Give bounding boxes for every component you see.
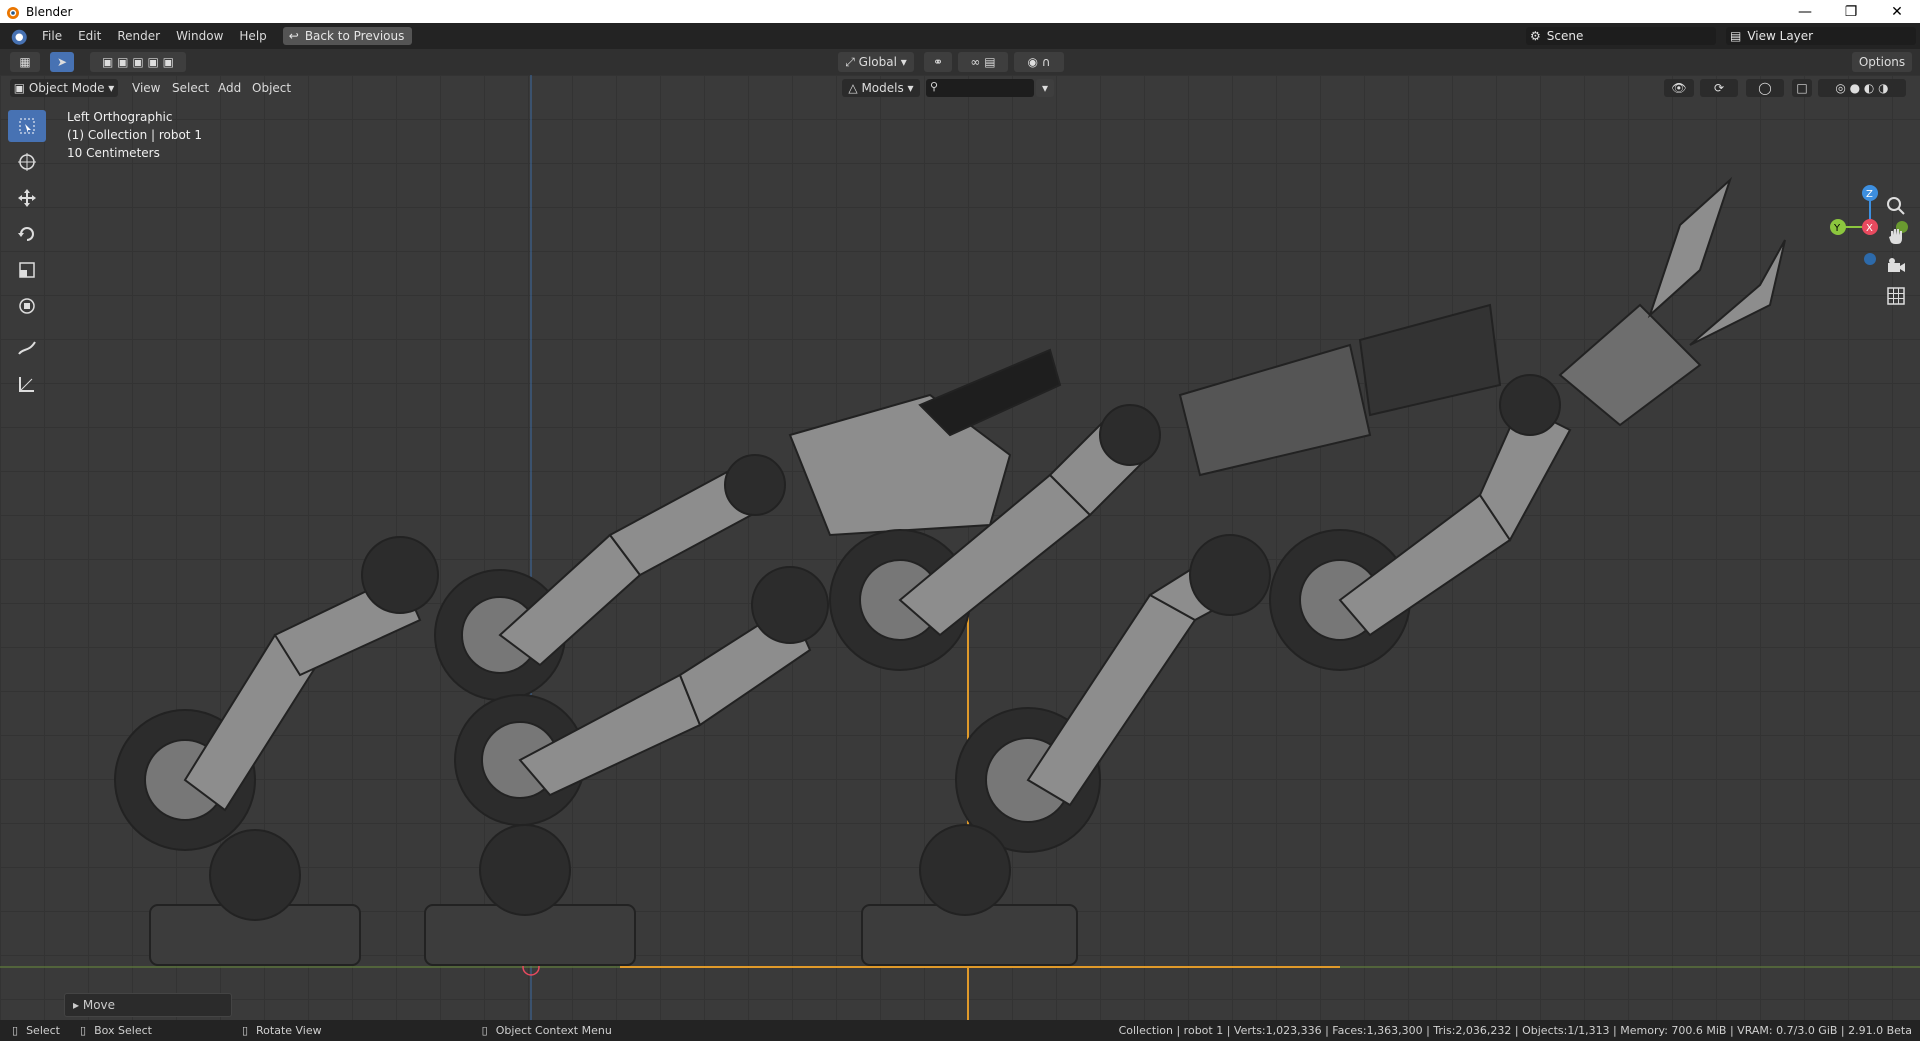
back-to-previous-button[interactable]: ↩ Back to Previous bbox=[282, 27, 413, 45]
selection-mode-buttons[interactable]: ▣ ▣ ▣ ▣ ▣ bbox=[90, 52, 186, 72]
measure-icon[interactable] bbox=[8, 368, 46, 400]
snap-button[interactable]: ∞ ▤ bbox=[958, 52, 1008, 72]
overlay-toggle-button[interactable]: ◯ bbox=[1746, 79, 1784, 97]
menu-render[interactable]: Render bbox=[109, 25, 168, 47]
chevron-down-icon: ▾ bbox=[903, 81, 914, 95]
filter-dropdown[interactable]: ▾ bbox=[1036, 79, 1054, 97]
minimize-icon[interactable]: — bbox=[1782, 0, 1828, 23]
select-box-icon[interactable] bbox=[8, 110, 46, 142]
mouse-drag-icon: ▯ bbox=[80, 1024, 87, 1037]
mode-label: Object Mode bbox=[28, 81, 105, 95]
menu-window[interactable]: Window bbox=[168, 25, 231, 47]
pan-hand-icon[interactable] bbox=[1886, 226, 1906, 249]
scene-selector[interactable]: ⚙ Scene bbox=[1526, 27, 1716, 45]
mouse-middle-icon: ▯ bbox=[241, 1024, 249, 1037]
menu-add[interactable]: Add bbox=[218, 79, 241, 97]
blender-logo-icon bbox=[7, 6, 19, 19]
left-toolbar bbox=[8, 110, 48, 404]
mouse-right-icon: ▯ bbox=[481, 1024, 488, 1037]
status-select: Select bbox=[26, 1024, 60, 1037]
camera-icon[interactable] bbox=[1886, 256, 1906, 279]
view-name-label: Left Orthographic bbox=[67, 110, 173, 124]
select-tool-button[interactable]: ➤ bbox=[50, 52, 74, 72]
scene-name: Scene bbox=[1546, 29, 1584, 43]
mode-icon: ▣ bbox=[13, 81, 29, 95]
zoom-icon[interactable] bbox=[1886, 196, 1906, 219]
scene-icon: ⚙ bbox=[1530, 29, 1541, 43]
editor-type-button[interactable]: ▦ bbox=[10, 52, 40, 72]
chevron-down-icon: ▾ bbox=[104, 81, 115, 95]
options-dropdown[interactable]: Options bbox=[1852, 52, 1912, 72]
scale-icon[interactable] bbox=[8, 254, 46, 286]
svg-text:X: X bbox=[1866, 223, 1873, 234]
menu-file[interactable]: File bbox=[34, 25, 70, 47]
layer-icon: ▤ bbox=[1730, 29, 1742, 43]
svg-text:Y: Y bbox=[1833, 223, 1841, 234]
orientation-label: Global bbox=[858, 55, 897, 69]
viewport-search-input[interactable]: ⚲ bbox=[926, 79, 1034, 97]
transform-orientation-dropdown[interactable]: ⤢ Global ▾ bbox=[838, 52, 914, 72]
blender-logo-icon[interactable] bbox=[8, 26, 28, 46]
visibility-button[interactable]: 👁 bbox=[1664, 79, 1694, 97]
window-titlebar: Blender — ❐ ✕ bbox=[0, 0, 1920, 23]
maximize-icon[interactable]: ❐ bbox=[1828, 0, 1874, 23]
xray-toggle-button[interactable]: □ bbox=[1792, 79, 1812, 97]
grid-scale-label: 10 Centimeters bbox=[67, 146, 160, 160]
annotate-icon[interactable] bbox=[8, 332, 46, 364]
transform-icon[interactable] bbox=[8, 290, 46, 322]
gizmo-toggle-button[interactable]: ⟳ bbox=[1700, 79, 1738, 97]
object-mode-dropdown[interactable]: ▣ Object Mode ▾ bbox=[10, 79, 118, 97]
menu-edit[interactable]: Edit bbox=[70, 25, 109, 47]
viewport-scene: Z Y X bbox=[0, 75, 1920, 1020]
menu-help[interactable]: Help bbox=[231, 25, 274, 47]
tool-header: ▦ ➤ ▣ ▣ ▣ ▣ ▣ ⤢ Global ▾ ⚭ ∞ ▤ ◉ ∩ Optio… bbox=[0, 49, 1920, 75]
menu-object[interactable]: Object bbox=[252, 79, 291, 97]
3d-viewport[interactable]: Z Y X bbox=[0, 75, 1920, 1020]
collection-label: (1) Collection | robot 1 bbox=[67, 128, 202, 142]
orientation-icon: ⤢ bbox=[845, 54, 859, 69]
svg-text:Z: Z bbox=[1866, 189, 1873, 200]
cursor-icon[interactable] bbox=[8, 146, 46, 178]
chevron-down-icon: ▾ bbox=[896, 55, 907, 69]
status-context-menu: Object Context Menu bbox=[495, 1024, 612, 1037]
close-icon[interactable]: ✕ bbox=[1874, 0, 1920, 23]
mouse-left-icon: ▯ bbox=[12, 1024, 19, 1037]
status-rotate-view: Rotate View bbox=[256, 1024, 322, 1037]
view-layer-selector[interactable]: ▤ View Layer bbox=[1726, 27, 1916, 45]
collection-filter-dropdown[interactable]: △ Models ▾ bbox=[842, 79, 920, 97]
last-operator-panel[interactable]: ▸ Move bbox=[64, 993, 232, 1017]
pivot-point-button[interactable]: ⚭ bbox=[924, 52, 952, 72]
search-icon: ⚲ bbox=[930, 80, 939, 93]
proportional-edit-button[interactable]: ◉ ∩ bbox=[1014, 52, 1064, 72]
models-label: Models bbox=[861, 81, 904, 95]
chevron-right-icon: ▸ bbox=[73, 998, 83, 1012]
move-icon[interactable] bbox=[8, 182, 46, 214]
last-operator-label: Move bbox=[82, 998, 116, 1012]
back-label: Back to Previous bbox=[304, 29, 405, 43]
models-icon: △ bbox=[848, 81, 862, 95]
window-title: Blender bbox=[26, 4, 73, 19]
scene-statistics: Collection | robot 1 | Verts:1,023,336 |… bbox=[1118, 1024, 1912, 1037]
menu-view[interactable]: View bbox=[132, 79, 160, 97]
options-label: Options bbox=[1858, 55, 1906, 69]
shading-mode-buttons[interactable]: ◎ ● ◐ ◑ bbox=[1818, 79, 1906, 97]
status-box-select: Box Select bbox=[94, 1024, 152, 1037]
view-layer-name: View Layer bbox=[1747, 29, 1814, 43]
status-bar: ▯ Select ▯ Box Select ▯ Rotate View ▯ Ob… bbox=[0, 1020, 1920, 1041]
rotate-icon[interactable] bbox=[8, 218, 46, 250]
back-icon: ↩ bbox=[288, 29, 299, 43]
menu-select[interactable]: Select bbox=[172, 79, 209, 97]
grid-icon[interactable] bbox=[1886, 286, 1906, 309]
